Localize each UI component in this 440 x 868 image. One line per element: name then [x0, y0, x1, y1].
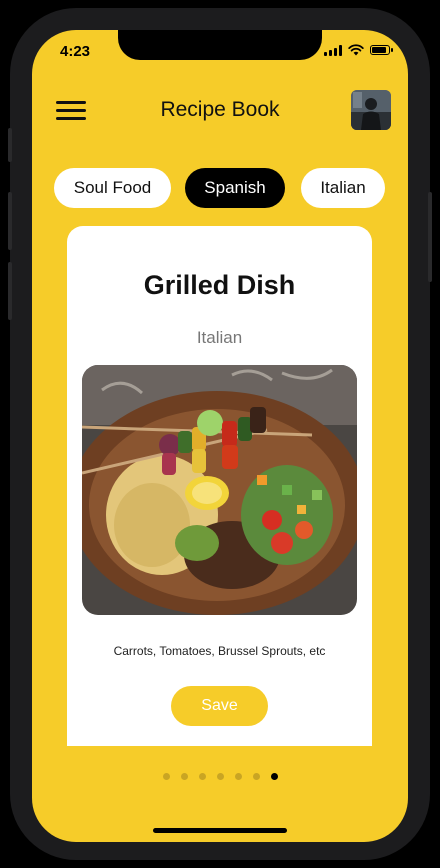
page-dot[interactable]: [162, 773, 170, 780]
mute-switch: [8, 128, 12, 162]
page-dot[interactable]: [216, 773, 224, 780]
battery-icon: [370, 45, 393, 55]
save-button[interactable]: Save: [171, 686, 268, 726]
recipe-title: Grilled Dish: [143, 270, 296, 300]
user-avatar[interactable]: [351, 90, 391, 130]
page-dot[interactable]: [198, 773, 206, 780]
battery-fill: [372, 47, 387, 53]
volume-down-button: [8, 262, 12, 320]
category-chip-soul-food[interactable]: Soul Food: [54, 168, 171, 208]
notch: [118, 30, 322, 60]
category-chip-italian[interactable]: Italian: [301, 168, 385, 208]
page-indicator[interactable]: [32, 773, 408, 780]
page-dot[interactable]: [270, 773, 278, 780]
page-dot[interactable]: [234, 773, 242, 780]
category-chip-spanish[interactable]: Spanish: [185, 168, 285, 208]
page-dot[interactable]: [180, 773, 188, 780]
app-screen: 4:23 Recipe Book Soul Food Spanish Itali…: [32, 30, 408, 842]
status-time: 4:23: [60, 43, 91, 60]
page-dot[interactable]: [252, 773, 260, 780]
home-indicator[interactable]: [153, 828, 287, 833]
recipe-card[interactable]: Grilled Dish Italian Carrots, Tomatoes, …: [67, 226, 372, 746]
cellular-signal-icon: [324, 44, 342, 56]
ingredients-text: Carrots, Tomatoes, Brussel Sprouts, etc: [113, 644, 326, 658]
volume-up-button: [8, 192, 12, 250]
dish-photo: [82, 365, 357, 615]
wifi-icon: [348, 44, 364, 56]
power-button: [428, 192, 432, 282]
status-icons: [324, 44, 393, 56]
recipe-cuisine: Italian: [196, 328, 243, 347]
